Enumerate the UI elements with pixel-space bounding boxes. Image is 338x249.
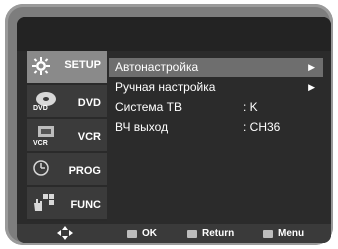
sidebar-item-prog[interactable]: PROG [27,153,107,187]
sidebar: SETUP DVD DVD VCR VCR PROG FUNC [27,51,107,221]
menu-row-value: : CH36 [243,120,281,134]
menu-row-rf-output[interactable]: ВЧ выход : CH36 [109,118,323,137]
sidebar-item-label: PROG [68,165,101,177]
sidebar-item-vcr[interactable]: VCR VCR [27,119,107,153]
menu-row-label: Автонастройка [115,60,199,74]
menu-row-manual-tuning[interactable]: Ручная настройка ▶ [109,78,323,97]
menu-hint: Menu [263,228,304,239]
vcr-icon: VCR [32,125,58,150]
menu-label: Menu [278,228,305,239]
navigation-pad-icon [57,226,73,243]
gear-icon [32,57,50,78]
menu-row-label: Ручная настройка [115,80,216,94]
sidebar-item-label: SETUP [64,59,101,71]
dvd-icon: DVD [32,91,58,114]
sidebar-item-func[interactable]: FUNC [27,187,107,221]
ok-hint: OK [127,228,157,239]
right-arrow-icon: ▶ [308,82,315,92]
enter-key-icon [127,229,137,238]
ok-label: OK [142,228,157,239]
svg-text:DVD: DVD [33,105,48,111]
return-key-icon [187,229,197,238]
tv-bezel: SETUP DVD DVD VCR VCR PROG FUNC Автонаст… [5,4,333,245]
footer-bar: OK Return Menu [17,224,331,243]
menu-row-auto-tuning[interactable]: Автонастройка ▶ [109,58,323,77]
top-bar [17,17,331,51]
menu-row-label: Система ТВ [115,100,182,114]
menu-key-icon [263,229,273,238]
menu-panel: Автонастройка ▶ Ручная настройка ▶ Систе… [109,51,325,221]
osd-screen: SETUP DVD DVD VCR VCR PROG FUNC Автонаст… [17,17,331,243]
menu-row-label: ВЧ выход [115,120,169,134]
clock-icon [32,159,50,180]
sidebar-item-dvd[interactable]: DVD DVD [27,85,107,119]
menu-row-value: : K [243,100,258,114]
right-arrow-icon: ▶ [308,62,315,72]
menu-row-tv-system[interactable]: Система ТВ : K [109,98,323,117]
sidebar-item-label: VCR [77,131,101,143]
hand-icon [32,193,54,216]
return-label: Return [202,228,235,239]
return-hint: Return [187,228,234,239]
svg-text:VCR: VCR [33,140,48,147]
sidebar-item-setup[interactable]: SETUP [27,51,107,85]
sidebar-item-label: FUNC [70,199,101,211]
sidebar-item-label: DVD [77,97,101,109]
